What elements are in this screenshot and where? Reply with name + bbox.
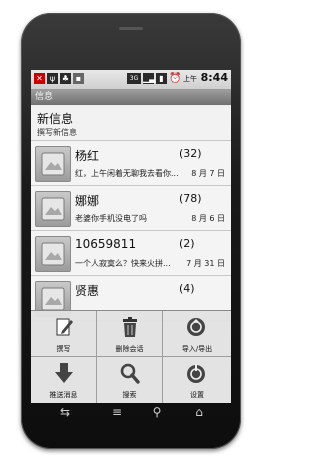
back-key-icon[interactable]: ⇆ — [56, 405, 74, 419]
notification-icon: ✕ — [34, 73, 45, 84]
thread-name: 10659811 — [75, 237, 137, 251]
thread-name: 娜娜 — [75, 194, 100, 208]
new-message-item[interactable]: 新信息 撰写新信息 — [31, 106, 231, 141]
hardware-nav-bar: ⇆ ≡ ⚲ ⌂ — [32, 402, 228, 422]
status-ampm: 上午 — [183, 75, 197, 83]
menu-item-label: 撰写 — [56, 345, 71, 353]
contact-avatar — [35, 146, 71, 182]
status-bar: ✕ ψ ♣ ▪ 3G ▁▃ ▮ ⏰ 上午 8:44 — [31, 70, 231, 90]
menu-item-compose[interactable]: 撰写 — [31, 311, 97, 357]
signal-icon: ▁▃ — [143, 73, 156, 84]
alarm-icon: ⏰ — [169, 73, 182, 84]
thread-snippet: 老婆你手机没电了吗 — [75, 214, 147, 223]
android-icon: ♣ — [60, 73, 71, 84]
menu-item-settings[interactable]: 设置 — [163, 357, 231, 403]
options-menu: 撰写 删除会话 导入/导出 推送消息 搜索 设置 — [31, 310, 231, 403]
compose-icon — [56, 318, 73, 336]
network-type-icon: 3G — [127, 73, 141, 84]
thread-row[interactable]: 10659811 (2) 一个人寂寞么？快来火拼... 7 月 31 日 — [31, 231, 231, 276]
menu-item-label: 设置 — [190, 391, 204, 399]
earpiece-speaker — [119, 27, 143, 30]
sim-icon: ▪ — [73, 73, 84, 84]
menu-item-import-export[interactable]: 导入/导出 — [163, 311, 231, 357]
usb-icon: ψ — [47, 73, 58, 84]
menu-item-label: 导入/导出 — [181, 345, 213, 353]
battery-icon: ▮ — [156, 73, 167, 84]
menu-key-icon[interactable]: ≡ — [108, 405, 126, 419]
thread-date: 7 月 31 日 — [186, 259, 225, 268]
thread-count: (4) — [179, 282, 195, 295]
search-key-icon[interactable]: ⚲ — [148, 405, 166, 419]
thread-snippet: 一个人寂寞么？快来火拼... — [75, 259, 171, 268]
thread-count: (78) — [179, 192, 202, 205]
trash-icon — [123, 317, 137, 337]
thread-row[interactable]: 杨红 (32) 红，上午闲着无聊我去看你... 8 月 7 日 — [31, 141, 231, 186]
thread-row[interactable]: 娜娜 (78) 老婆你手机没电了吗 8 月 6 日 — [31, 186, 231, 231]
new-message-title: 新信息 — [37, 112, 74, 126]
screen: ✕ ψ ♣ ▪ 3G ▁▃ ▮ ⏰ 上午 8:44 信息 新信息 撰写新信息 杨… — [31, 70, 231, 403]
thread-count: (2) — [179, 237, 195, 250]
menu-item-push-messages[interactable]: 推送消息 — [31, 357, 97, 403]
menu-item-label: 搜索 — [122, 391, 137, 399]
new-message-subtitle: 撰写新信息 — [37, 128, 77, 137]
thread-date: 8 月 7 日 — [191, 169, 225, 178]
thread-name: 杨红 — [75, 149, 100, 163]
thread-count: (32) — [179, 147, 202, 160]
search-icon — [120, 363, 140, 384]
phone-frame: ✕ ψ ♣ ▪ 3G ▁▃ ▮ ⏰ 上午 8:44 信息 新信息 撰写新信息 杨… — [21, 13, 241, 449]
menu-item-search[interactable]: 搜索 — [97, 357, 163, 403]
thread-name: 贤惠 — [75, 284, 100, 298]
menu-item-label: 删除会话 — [115, 345, 144, 353]
home-key-icon[interactable]: ⌂ — [190, 405, 208, 419]
push-download-icon — [55, 363, 73, 383]
contact-avatar — [35, 236, 71, 272]
settings-icon — [187, 364, 205, 383]
app-title-bar: 信息 — [31, 90, 231, 105]
thread-snippet: 红，上午闲着无聊我去看你... — [75, 169, 179, 178]
menu-item-label: 推送消息 — [49, 391, 78, 399]
import-export-icon — [187, 318, 205, 336]
status-time: 8:44 — [200, 71, 228, 84]
contact-avatar — [35, 191, 71, 227]
thread-date: 8 月 6 日 — [191, 214, 225, 223]
menu-item-delete-thread[interactable]: 删除会话 — [97, 311, 163, 357]
